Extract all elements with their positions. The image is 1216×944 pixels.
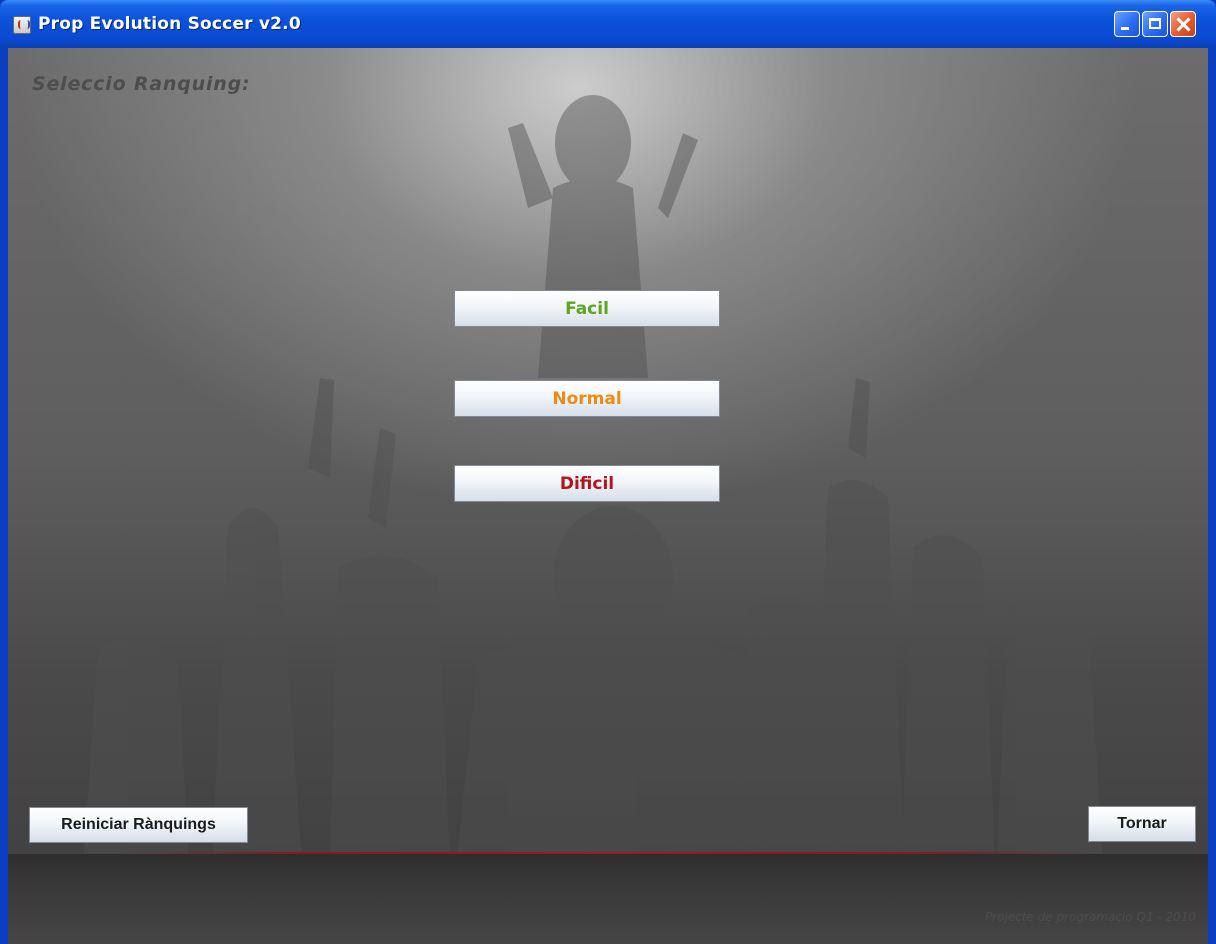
normal-button[interactable]: Normal — [454, 380, 720, 417]
dificil-button[interactable]: Dificil — [454, 465, 720, 502]
close-icon[interactable] — [1170, 11, 1196, 37]
facil-button[interactable]: Facil — [454, 290, 720, 327]
back-button[interactable]: Tornar — [1088, 806, 1196, 842]
page-title: Seleccio Ranquing: — [32, 73, 251, 95]
java-cup-icon — [13, 16, 31, 34]
minimize-icon[interactable] — [1114, 11, 1140, 37]
window-title: Prop Evolution Soccer v2.0 — [38, 14, 301, 34]
footer-band — [8, 854, 1208, 944]
application-window: Prop Evolution Soccer v2.0 Seleccio Ranq… — [0, 0, 1216, 944]
maximize-icon[interactable] — [1142, 11, 1168, 37]
title-bar[interactable]: Prop Evolution Soccer v2.0 — [0, 0, 1216, 48]
main-panel: Seleccio Ranquing: Facil Normal Dificil … — [8, 48, 1208, 944]
reset-rankings-button[interactable]: Reiniciar Rànquings — [29, 807, 248, 843]
footer-credit: Projecte de programacio Q1 - 2010 — [984, 910, 1196, 924]
accent-divider — [118, 852, 1098, 854]
